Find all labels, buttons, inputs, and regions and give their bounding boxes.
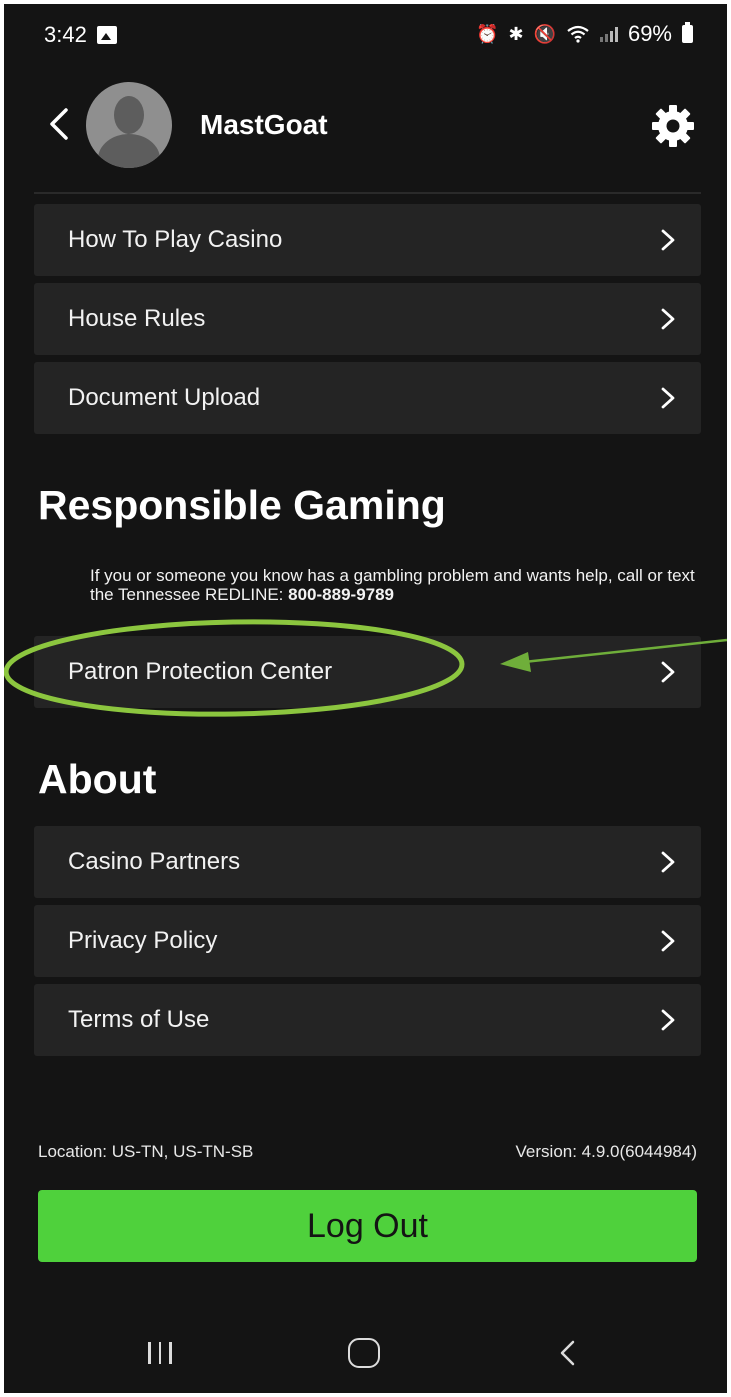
menu-item-patron-protection-center[interactable]: Patron Protection Center [34, 636, 701, 708]
profile-header: MastGoat [4, 74, 727, 184]
status-right: ⏰ ✱ 🔇 69% [476, 21, 693, 47]
menu-item-privacy-policy[interactable]: Privacy Policy [34, 905, 701, 977]
chevron-right-icon [661, 851, 675, 873]
avatar-shoulders [98, 134, 160, 168]
chevron-right-icon [661, 229, 675, 251]
responsible-gaming-text: If you or someone you know has a gamblin… [90, 566, 720, 604]
menu-item-label: Privacy Policy [68, 927, 218, 954]
menu-item-house-rules[interactable]: House Rules [34, 283, 701, 355]
status-bar: 3:42 ⏰ ✱ 🔇 69% [4, 4, 727, 64]
system-nav-bar [4, 1314, 727, 1393]
gallery-icon [96, 26, 117, 44]
bluetooth-icon: ✱ [508, 24, 524, 44]
back-icon[interactable] [46, 106, 72, 142]
redline-phone[interactable]: 800-889-9789 [288, 585, 394, 604]
location-text: Location: US-TN, US-TN-SB [38, 1142, 254, 1161]
chevron-right-icon [661, 308, 675, 330]
wifi-icon [567, 25, 589, 43]
nav-back-icon[interactable] [558, 1340, 576, 1366]
battery-percent: 69% [627, 21, 672, 46]
chevron-right-icon [661, 387, 675, 409]
chevron-right-icon [661, 930, 675, 952]
chevron-right-icon [661, 661, 675, 683]
app-screen: 3:42 ⏰ ✱ 🔇 69% MastGoat How To Play Casi… [4, 4, 727, 1393]
about-heading: About [38, 756, 157, 802]
avatar-head [114, 96, 144, 134]
username: MastGoat [200, 109, 328, 140]
menu-item-terms-of-use[interactable]: Terms of Use [34, 984, 701, 1056]
header-divider [34, 192, 701, 194]
menu-item-label: Document Upload [68, 384, 261, 411]
menu-item-label: Terms of Use [68, 1006, 210, 1033]
alarm-icon: ⏰ [476, 24, 499, 44]
responsible-gaming-heading: Responsible Gaming [38, 482, 446, 528]
recent-apps-icon[interactable] [148, 1342, 172, 1364]
menu-item-label: How To Play Casino [68, 226, 283, 253]
status-left: 3:42 [44, 22, 117, 48]
chevron-right-icon [661, 1009, 675, 1031]
gear-icon[interactable] [649, 102, 697, 150]
menu-item-label: House Rules [68, 305, 206, 332]
signal-icon [599, 26, 618, 42]
battery-icon [682, 22, 693, 43]
menu-item-label: Patron Protection Center [68, 658, 333, 685]
menu-item-how-to-play[interactable]: How To Play Casino [34, 204, 701, 276]
status-time: 3:42 [44, 22, 87, 47]
menu-item-document-upload[interactable]: Document Upload [34, 362, 701, 434]
avatar[interactable] [86, 82, 172, 168]
version-text: Version: 4.9.0(6044984) [515, 1142, 697, 1161]
logout-button[interactable]: Log Out [38, 1190, 697, 1262]
menu-item-label: Casino Partners [68, 848, 241, 875]
home-icon[interactable] [348, 1338, 380, 1368]
mute-icon: 🔇 [533, 24, 556, 44]
menu-item-casino-partners[interactable]: Casino Partners [34, 826, 701, 898]
